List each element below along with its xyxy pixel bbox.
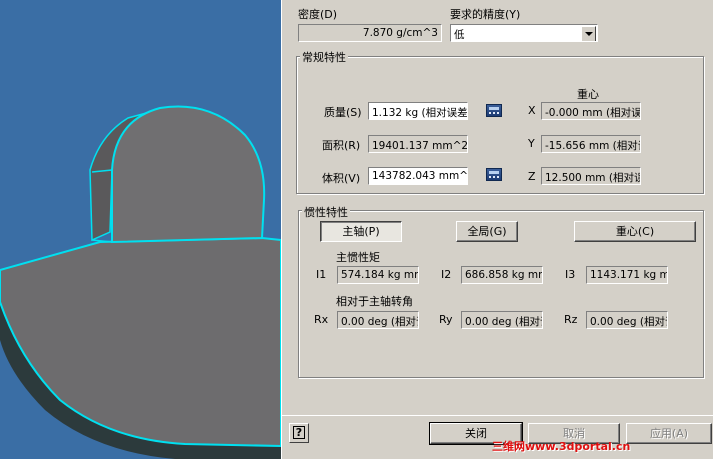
cog-y-field: -15.656 mm (相对误 — [541, 135, 641, 153]
cog-x-field: -0.000 mm (相对误 — [541, 102, 641, 120]
accuracy-label: 要求的精度(Y) — [450, 8, 521, 21]
rz-label: Rz — [564, 313, 578, 326]
i1-field: 574.184 kg mm^ — [337, 266, 419, 284]
cog-z-field: 12.500 mm (相对误 — [541, 167, 641, 185]
help-icon[interactable]: ? — [289, 423, 309, 443]
calculator-icon[interactable] — [486, 168, 502, 181]
density-label: 密度(D) — [298, 8, 338, 21]
chevron-down-icon[interactable] — [581, 26, 596, 41]
volume-label: 体积(V) — [322, 172, 361, 185]
accuracy-value: 低 — [454, 29, 465, 41]
density-field: 7.870 g/cm^3 — [298, 24, 442, 42]
calculator-icon[interactable] — [486, 104, 502, 117]
accuracy-select[interactable]: 低 — [450, 24, 598, 42]
apply-button[interactable]: 应用(A) — [626, 423, 712, 444]
area-field: 19401.137 mm^2 (相 — [368, 135, 468, 153]
general-properties-title: 常规特性 — [300, 49, 348, 65]
volume-field: 143782.043 mm^3 — [368, 167, 468, 185]
center-of-gravity-button[interactable]: 重心(C) — [574, 221, 696, 242]
rz-field: 0.00 deg (相对误 — [586, 311, 668, 329]
rotation-label: 相对于主轴转角 — [336, 295, 413, 308]
i3-field: 1143.171 kg mm — [586, 266, 668, 284]
model-viewport[interactable] — [0, 0, 281, 459]
i1-label: I1 — [316, 268, 327, 281]
ry-field: 0.00 deg (相对误 — [461, 311, 543, 329]
rx-label: Rx — [314, 313, 329, 326]
cog-y-label: Y — [528, 137, 535, 150]
rx-field: 0.00 deg (相对误 — [337, 311, 419, 329]
ry-label: Ry — [439, 313, 453, 326]
i2-field: 686.858 kg mm^ — [461, 266, 543, 284]
part-model — [0, 105, 281, 459]
i3-label: I3 — [565, 268, 576, 281]
watermark: 三维网www.3dportal.cn — [492, 440, 631, 453]
i2-label: I2 — [441, 268, 452, 281]
mass-field: 1.132 kg (相对误差 — [368, 102, 468, 120]
properties-dialog: 密度(D) 7.870 g/cm^3 要求的精度(Y) 低 常规特性 重心 质量… — [281, 0, 713, 459]
principal-moments-label: 主惯性矩 — [336, 251, 380, 264]
center-of-gravity-label: 重心 — [577, 88, 599, 101]
global-button[interactable]: 全局(G) — [456, 221, 518, 242]
cog-z-label: Z — [528, 170, 536, 183]
principal-axis-button[interactable]: 主轴(P) — [320, 221, 402, 242]
mass-label: 质量(S) — [324, 106, 362, 119]
inertia-properties-title: 惯性特性 — [302, 204, 350, 220]
cog-x-label: X — [528, 104, 536, 117]
footer-divider — [282, 415, 713, 416]
area-label: 面积(R) — [322, 139, 361, 152]
